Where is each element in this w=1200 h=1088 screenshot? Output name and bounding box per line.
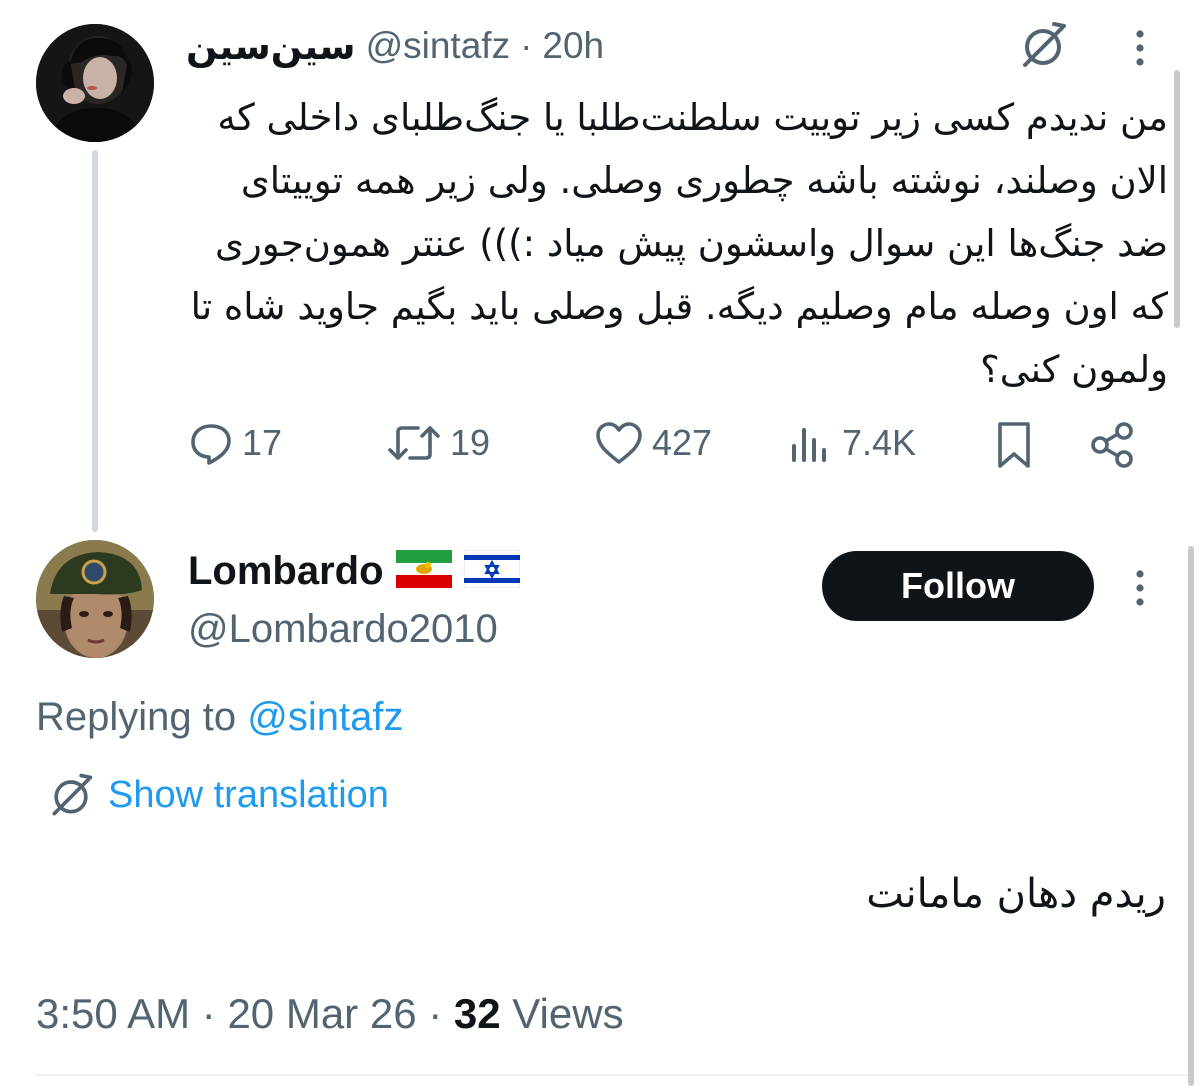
reply-date[interactable]: 20 Mar 26 bbox=[227, 990, 416, 1037]
reply-author-display-name[interactable]: Lombardo bbox=[188, 549, 384, 594]
show-translation-link[interactable]: Show translation bbox=[108, 774, 389, 817]
reply-action[interactable]: 17 bbox=[188, 420, 282, 466]
avatar-image bbox=[36, 24, 154, 142]
meta-separator: · bbox=[201, 990, 216, 1037]
repost-count: 19 bbox=[450, 422, 491, 463]
reply-views-count: 32 bbox=[453, 990, 501, 1037]
avatar-lombardo[interactable] bbox=[36, 540, 154, 658]
repost-action[interactable]: 19 bbox=[386, 420, 490, 466]
tweet-time[interactable]: 20h bbox=[542, 25, 604, 67]
views-action[interactable]: 7.4K bbox=[788, 420, 916, 466]
reply-icon bbox=[191, 424, 231, 465]
israel-flag-icon bbox=[463, 549, 521, 592]
reply-author-name-row: Lombardo bbox=[188, 546, 521, 596]
author-display-name[interactable]: سین‌سین bbox=[186, 25, 356, 68]
reply-time[interactable]: 3:50 AM bbox=[36, 990, 190, 1037]
reply-tweet-meta: 3:50 AM · 20 Mar 26 · 32 Views bbox=[36, 988, 624, 1040]
translate-icon[interactable] bbox=[1016, 18, 1070, 72]
reply-views-label: Views bbox=[512, 990, 624, 1037]
bookmark-icon[interactable] bbox=[994, 420, 1034, 470]
scrollbar-thumb[interactable] bbox=[1188, 546, 1194, 1086]
translate-icon bbox=[52, 773, 93, 816]
show-translation-row[interactable]: Show translation bbox=[46, 770, 389, 820]
header-separator: · bbox=[520, 25, 533, 66]
avatar-image bbox=[36, 540, 154, 658]
follow-button[interactable]: Follow bbox=[822, 551, 1094, 621]
like-count: 427 bbox=[652, 422, 713, 463]
reply-more-options-icon[interactable] bbox=[1128, 566, 1152, 610]
replying-to-label: Replying to bbox=[36, 695, 237, 739]
more-options-icon[interactable] bbox=[1128, 26, 1152, 70]
views-count: 7.4K bbox=[842, 422, 917, 463]
reply-tweet-text: ریدم دهان مامانت bbox=[866, 871, 1166, 917]
iran-flag-icon bbox=[395, 550, 452, 592]
text-scrollbar-indicator bbox=[1174, 70, 1180, 328]
divider bbox=[36, 1074, 1188, 1076]
author-handle[interactable]: @sintafz bbox=[366, 25, 511, 67]
reply-count: 17 bbox=[242, 422, 283, 463]
replying-to-row: Replying to @sintafz bbox=[36, 692, 403, 742]
meta-separator: · bbox=[428, 990, 443, 1037]
thread-connector-line bbox=[92, 150, 98, 532]
parent-tweet-text: من ندیدم کسی زیر توییت سلطنت‌طلبا یا جنگ… bbox=[190, 96, 1168, 391]
like-action[interactable]: 427 bbox=[594, 420, 712, 466]
repost-icon bbox=[388, 426, 440, 460]
share-icon[interactable] bbox=[1088, 420, 1138, 470]
avatar-sintafz[interactable] bbox=[36, 24, 154, 142]
replying-to-handle-link[interactable]: @sintafz bbox=[247, 695, 403, 739]
parent-tweet-header: سین‌سین @sintafz · 20h bbox=[186, 22, 604, 70]
like-icon bbox=[596, 422, 642, 464]
views-icon bbox=[792, 428, 826, 462]
reply-author-handle[interactable]: @Lombardo2010 bbox=[188, 604, 498, 654]
